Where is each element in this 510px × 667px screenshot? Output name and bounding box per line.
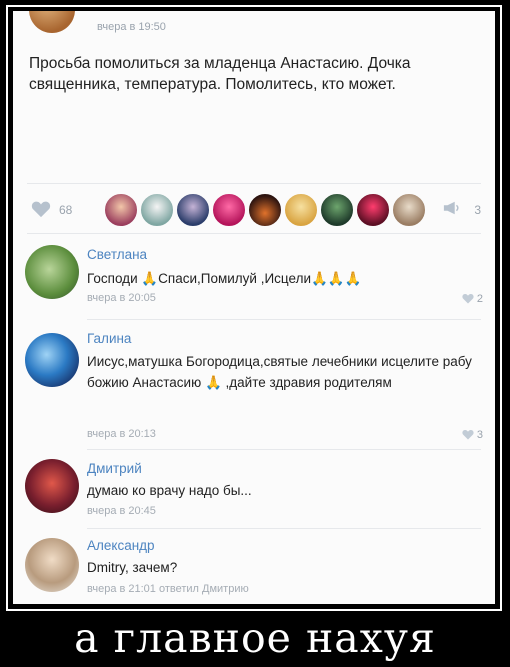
comment-time[interactable]: вчера в 20:45 — [87, 505, 156, 517]
commenter-name[interactable]: Светлана — [87, 247, 147, 262]
commenter-avatar[interactable] — [25, 245, 79, 299]
divider — [87, 449, 481, 450]
comment-like-button[interactable]: 2 — [462, 293, 483, 305]
liker-avatar[interactable] — [175, 192, 211, 228]
liker-avatar[interactable] — [355, 192, 391, 228]
share-count[interactable]: 3 — [474, 203, 481, 217]
comment: Александр Dmitry, зачем? вчера в 21:01 о… — [13, 530, 495, 604]
demotivator-frame: вчера в 19:50 Просьба помолиться за млад… — [6, 5, 502, 611]
divider — [87, 528, 481, 529]
liker-avatar[interactable] — [319, 192, 355, 228]
comment-text: Иисус,матушка Богородица,святые лечебник… — [87, 354, 472, 390]
comment: Дмитрий думаю ко врачу надо бы... вчера … — [13, 451, 495, 526]
commenter-avatar[interactable] — [25, 538, 79, 592]
heart-icon[interactable] — [31, 200, 51, 218]
comment-time[interactable]: вчера в 20:13 — [87, 428, 156, 440]
commenter-name[interactable]: Дмитрий — [87, 461, 142, 476]
post-time[interactable]: вчера в 19:50 — [97, 21, 166, 33]
commenter-name[interactable]: Галина — [87, 331, 131, 346]
commenter-avatar[interactable] — [25, 459, 79, 513]
comment-text: думаю ко врачу надо бы... — [87, 483, 252, 498]
likes-bar: 68 3 — [13, 192, 495, 228]
heart-icon — [462, 429, 474, 440]
liker-avatar[interactable] — [211, 192, 247, 228]
post-header: вчера в 19:50 — [13, 11, 495, 45]
megaphone-icon[interactable] — [443, 200, 461, 216]
comment-text: Господи 🙏Спаси,Помилуй ,Исцели🙏🙏🙏 — [87, 271, 362, 286]
divider — [27, 183, 481, 184]
post-card: вчера в 19:50 Просьба помолиться за млад… — [13, 11, 495, 604]
comment: Галина Иисус,матушка Богородица,святые л… — [13, 321, 495, 446]
comment-like-button[interactable]: 3 — [462, 429, 483, 441]
liker-avatar[interactable] — [283, 192, 319, 228]
like-count[interactable]: 68 — [59, 203, 72, 217]
comment: Светлана Господи 🙏Спаси,Помилуй ,Исцели🙏… — [13, 237, 495, 317]
comment-like-count: 3 — [476, 429, 483, 441]
post-text: Просьба помолиться за младенца Анастасию… — [29, 55, 411, 93]
post-author-avatar[interactable] — [29, 11, 75, 33]
comment-text: Dmitry, зачем? — [87, 560, 178, 575]
comment-time[interactable]: вчера в 20:05 — [87, 292, 156, 304]
comment-time[interactable]: вчера в 21:01 ответил Дмитрию — [87, 583, 249, 595]
liker-avatar[interactable] — [103, 192, 139, 228]
heart-icon — [462, 293, 474, 304]
caption: а главное нахуя — [74, 614, 436, 662]
commenter-avatar[interactable] — [25, 333, 79, 387]
liker-avatar[interactable] — [391, 192, 427, 228]
divider — [87, 319, 481, 320]
liker-avatar[interactable] — [247, 192, 283, 228]
comment-like-count: 2 — [476, 293, 483, 305]
divider — [27, 233, 481, 234]
liker-avatar[interactable] — [139, 192, 175, 228]
commenter-name[interactable]: Александр — [87, 538, 155, 553]
